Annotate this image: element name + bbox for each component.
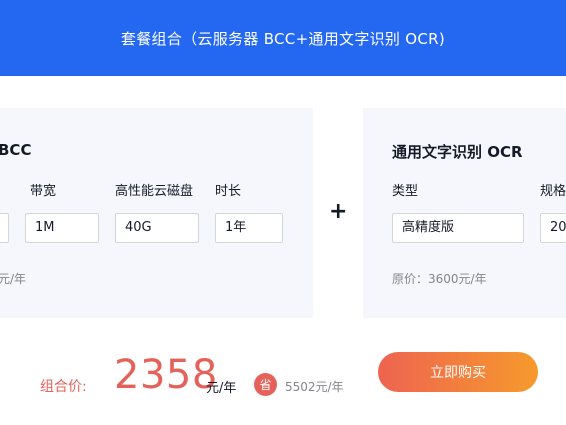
bandwidth-select[interactable]: 1M bbox=[25, 213, 99, 243]
ocr-card-title: 通用文字识别 OCR bbox=[392, 143, 523, 161]
type-select[interactable]: 高精度版 bbox=[392, 213, 524, 243]
combo-price-value: 2358 bbox=[114, 352, 218, 398]
save-amount: 5502元/年 bbox=[285, 380, 344, 394]
cropped-select-field[interactable] bbox=[0, 213, 9, 243]
combo-price-label: 组合价: bbox=[40, 379, 87, 395]
package-page: 套餐组合（云服务器 BCC+通用文字识别 OCR) BCC 带宽 1M 高性能云… bbox=[0, 0, 566, 425]
spec-select[interactable]: 20 bbox=[540, 213, 566, 243]
bcc-card: BCC 带宽 1M 高性能云磁盘 40G 时长 1年 元/年 bbox=[0, 108, 313, 318]
combo-price-unit: 元/年 bbox=[206, 381, 237, 396]
duration-select[interactable]: 1年 bbox=[215, 213, 283, 243]
header-banner: 套餐组合（云服务器 BCC+通用文字识别 OCR) bbox=[0, 0, 566, 76]
disk-select[interactable]: 40G bbox=[115, 213, 199, 243]
package-title: 套餐组合（云服务器 BCC+通用文字识别 OCR) bbox=[120, 29, 446, 48]
bandwidth-label: 带宽 bbox=[30, 184, 57, 199]
buy-now-button[interactable]: 立即购买 bbox=[378, 352, 538, 392]
bcc-card-title: BCC bbox=[0, 141, 32, 159]
disk-label: 高性能云磁盘 bbox=[115, 184, 194, 199]
plus-icon: + bbox=[329, 199, 348, 224]
ocr-original-price: 原价：3600元/年 bbox=[392, 272, 487, 286]
duration-label: 时长 bbox=[215, 184, 242, 199]
type-label: 类型 bbox=[392, 184, 419, 199]
ocr-card: 通用文字识别 OCR 类型 高精度版 规格 20 原价：3600元/年 bbox=[363, 108, 566, 318]
spec-label: 规格 bbox=[540, 184, 566, 199]
bcc-original-price: 元/年 bbox=[0, 272, 27, 286]
save-badge-icon: 省 bbox=[254, 373, 277, 396]
